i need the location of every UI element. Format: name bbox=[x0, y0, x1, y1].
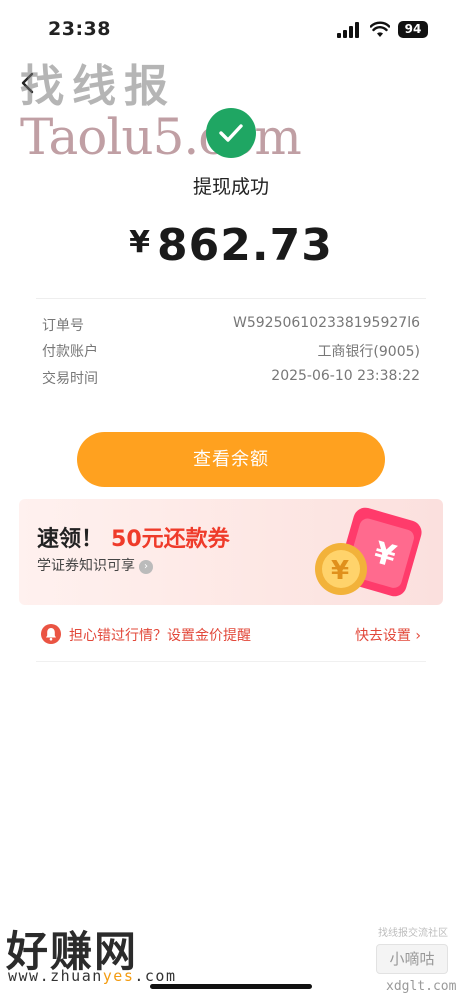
detail-label: 交易时间 bbox=[42, 371, 98, 387]
promo-title-prefix: 速领！ bbox=[37, 527, 104, 552]
watermark-url-part: yes bbox=[102, 967, 135, 985]
go-settings-link[interactable]: 快去设置 › bbox=[355, 625, 421, 645]
result-title: 提现成功 bbox=[192, 176, 269, 198]
carousel-dots bbox=[19, 594, 443, 605]
battery-indicator: 94 bbox=[398, 21, 428, 38]
promo-title-highlight: 50元还款券 bbox=[111, 527, 230, 552]
watermark-url-part: www.zhuan bbox=[8, 967, 103, 985]
promo-banner[interactable]: 速领！ 50元还款券 学证券知识可享 › ¥ ¥ bbox=[19, 499, 443, 605]
price-alert-text: 担心错过行情？设置金价提醒 bbox=[69, 628, 251, 644]
watermark-text: 找线报交流社区 bbox=[378, 928, 448, 939]
detail-value: 2025-06-10 23:38:22 bbox=[271, 368, 420, 384]
watermark-url: www.zhuanyes.com bbox=[8, 967, 177, 985]
detail-label: 订单号 bbox=[42, 318, 84, 334]
watermark-text: Taolu5.com bbox=[20, 108, 302, 166]
view-balance-button[interactable]: 查看余额 bbox=[77, 432, 385, 487]
bell-icon bbox=[41, 624, 61, 644]
home-indicator[interactable] bbox=[150, 984, 312, 989]
cellular-signal-icon bbox=[337, 22, 359, 38]
status-time: 23:38 bbox=[48, 18, 111, 40]
divider bbox=[36, 298, 426, 299]
detail-value: 工商银行(9005) bbox=[317, 344, 420, 360]
coupon-coin-icon: ¥ ¥ bbox=[315, 507, 422, 597]
promo-subtitle-text: 学证券知识可享 bbox=[37, 558, 135, 574]
success-check-icon bbox=[206, 108, 256, 158]
watermark-text: 找线报 bbox=[20, 61, 176, 112]
wifi-icon bbox=[370, 21, 390, 37]
withdraw-amount: ¥862.73 bbox=[0, 220, 462, 271]
detail-row-payment-account: 付款账户 工商银行(9005) bbox=[42, 341, 420, 365]
detail-row-order-no: 订单号 W592506102338195927l6 bbox=[42, 315, 420, 339]
detail-value: W592506102338195927l6 bbox=[233, 315, 420, 331]
watermark-url: xdglt.com bbox=[386, 979, 457, 994]
watermark-logo: 小嘀咕 bbox=[376, 944, 448, 974]
promo-title: 速领！ 50元还款券 bbox=[37, 521, 230, 553]
divider bbox=[36, 661, 426, 662]
price-alert-row[interactable]: 担心错过行情？设置金价提醒 快去设置 › bbox=[41, 622, 421, 646]
currency-symbol: ¥ bbox=[129, 225, 152, 260]
promo-subtitle: 学证券知识可享 › bbox=[37, 555, 153, 575]
detail-row-transaction-time: 交易时间 2025-06-10 23:38:22 bbox=[42, 368, 420, 392]
detail-label: 付款账户 bbox=[42, 344, 98, 360]
amount-value: 862.73 bbox=[157, 220, 333, 271]
svg-text:¥: ¥ bbox=[331, 556, 349, 586]
chevron-right-icon: › bbox=[139, 560, 153, 574]
watermark-url-part: .com bbox=[134, 967, 177, 985]
